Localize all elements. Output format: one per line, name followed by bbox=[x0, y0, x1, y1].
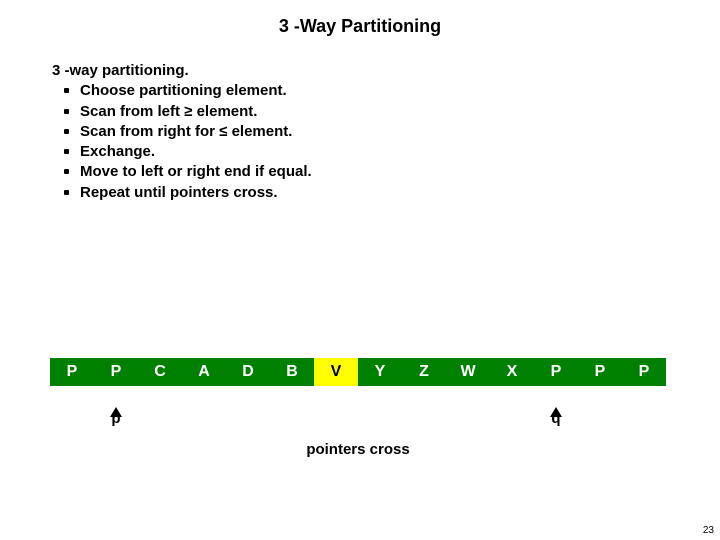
pointer-q-label: q bbox=[551, 410, 560, 427]
pointer-q: q bbox=[534, 390, 578, 427]
slide-title: 3 -Way Partitioning bbox=[0, 0, 720, 37]
bullet-item: Repeat until pointers cross. bbox=[80, 183, 720, 203]
bullet-item: Choose partitioning element. bbox=[80, 81, 720, 101]
array-cell: A bbox=[182, 358, 226, 386]
pointer-row: p q bbox=[50, 390, 666, 427]
array-row: P P C A D B V Y Z W X P P P bbox=[50, 358, 666, 386]
array-cell: P bbox=[622, 358, 666, 386]
array-cell: P bbox=[578, 358, 622, 386]
subheading: 3 -way partitioning. bbox=[52, 61, 720, 81]
array-cell: P bbox=[94, 358, 138, 386]
bullet-item: Scan from left ≥ element. bbox=[80, 102, 720, 122]
array-cell: Z bbox=[402, 358, 446, 386]
bullet-item: Exchange. bbox=[80, 142, 720, 162]
array-cell: B bbox=[270, 358, 314, 386]
array-cell: X bbox=[490, 358, 534, 386]
diagram-caption: pointers cross bbox=[50, 441, 666, 458]
array-cell: Y bbox=[358, 358, 402, 386]
array-cell: D bbox=[226, 358, 270, 386]
bullet-item: Move to left or right end if equal. bbox=[80, 162, 720, 182]
array-cell: W bbox=[446, 358, 490, 386]
arrow-up-icon bbox=[110, 390, 122, 408]
pointer-p-label: p bbox=[111, 410, 120, 427]
array-diagram: P P C A D B V Y Z W X P P P p bbox=[50, 358, 666, 458]
array-cell: C bbox=[138, 358, 182, 386]
pointer-p: p bbox=[94, 390, 138, 427]
slide-body: 3 -way partitioning. Choose partitioning… bbox=[0, 37, 720, 203]
bullet-list: Choose partitioning element. Scan from l… bbox=[52, 81, 720, 203]
page-number: 23 bbox=[703, 525, 714, 536]
array-cell: P bbox=[534, 358, 578, 386]
array-cell-highlight: V bbox=[314, 358, 358, 386]
arrow-up-icon bbox=[550, 390, 562, 408]
bullet-item: Scan from right for ≤ element. bbox=[80, 122, 720, 142]
array-cell: P bbox=[50, 358, 94, 386]
